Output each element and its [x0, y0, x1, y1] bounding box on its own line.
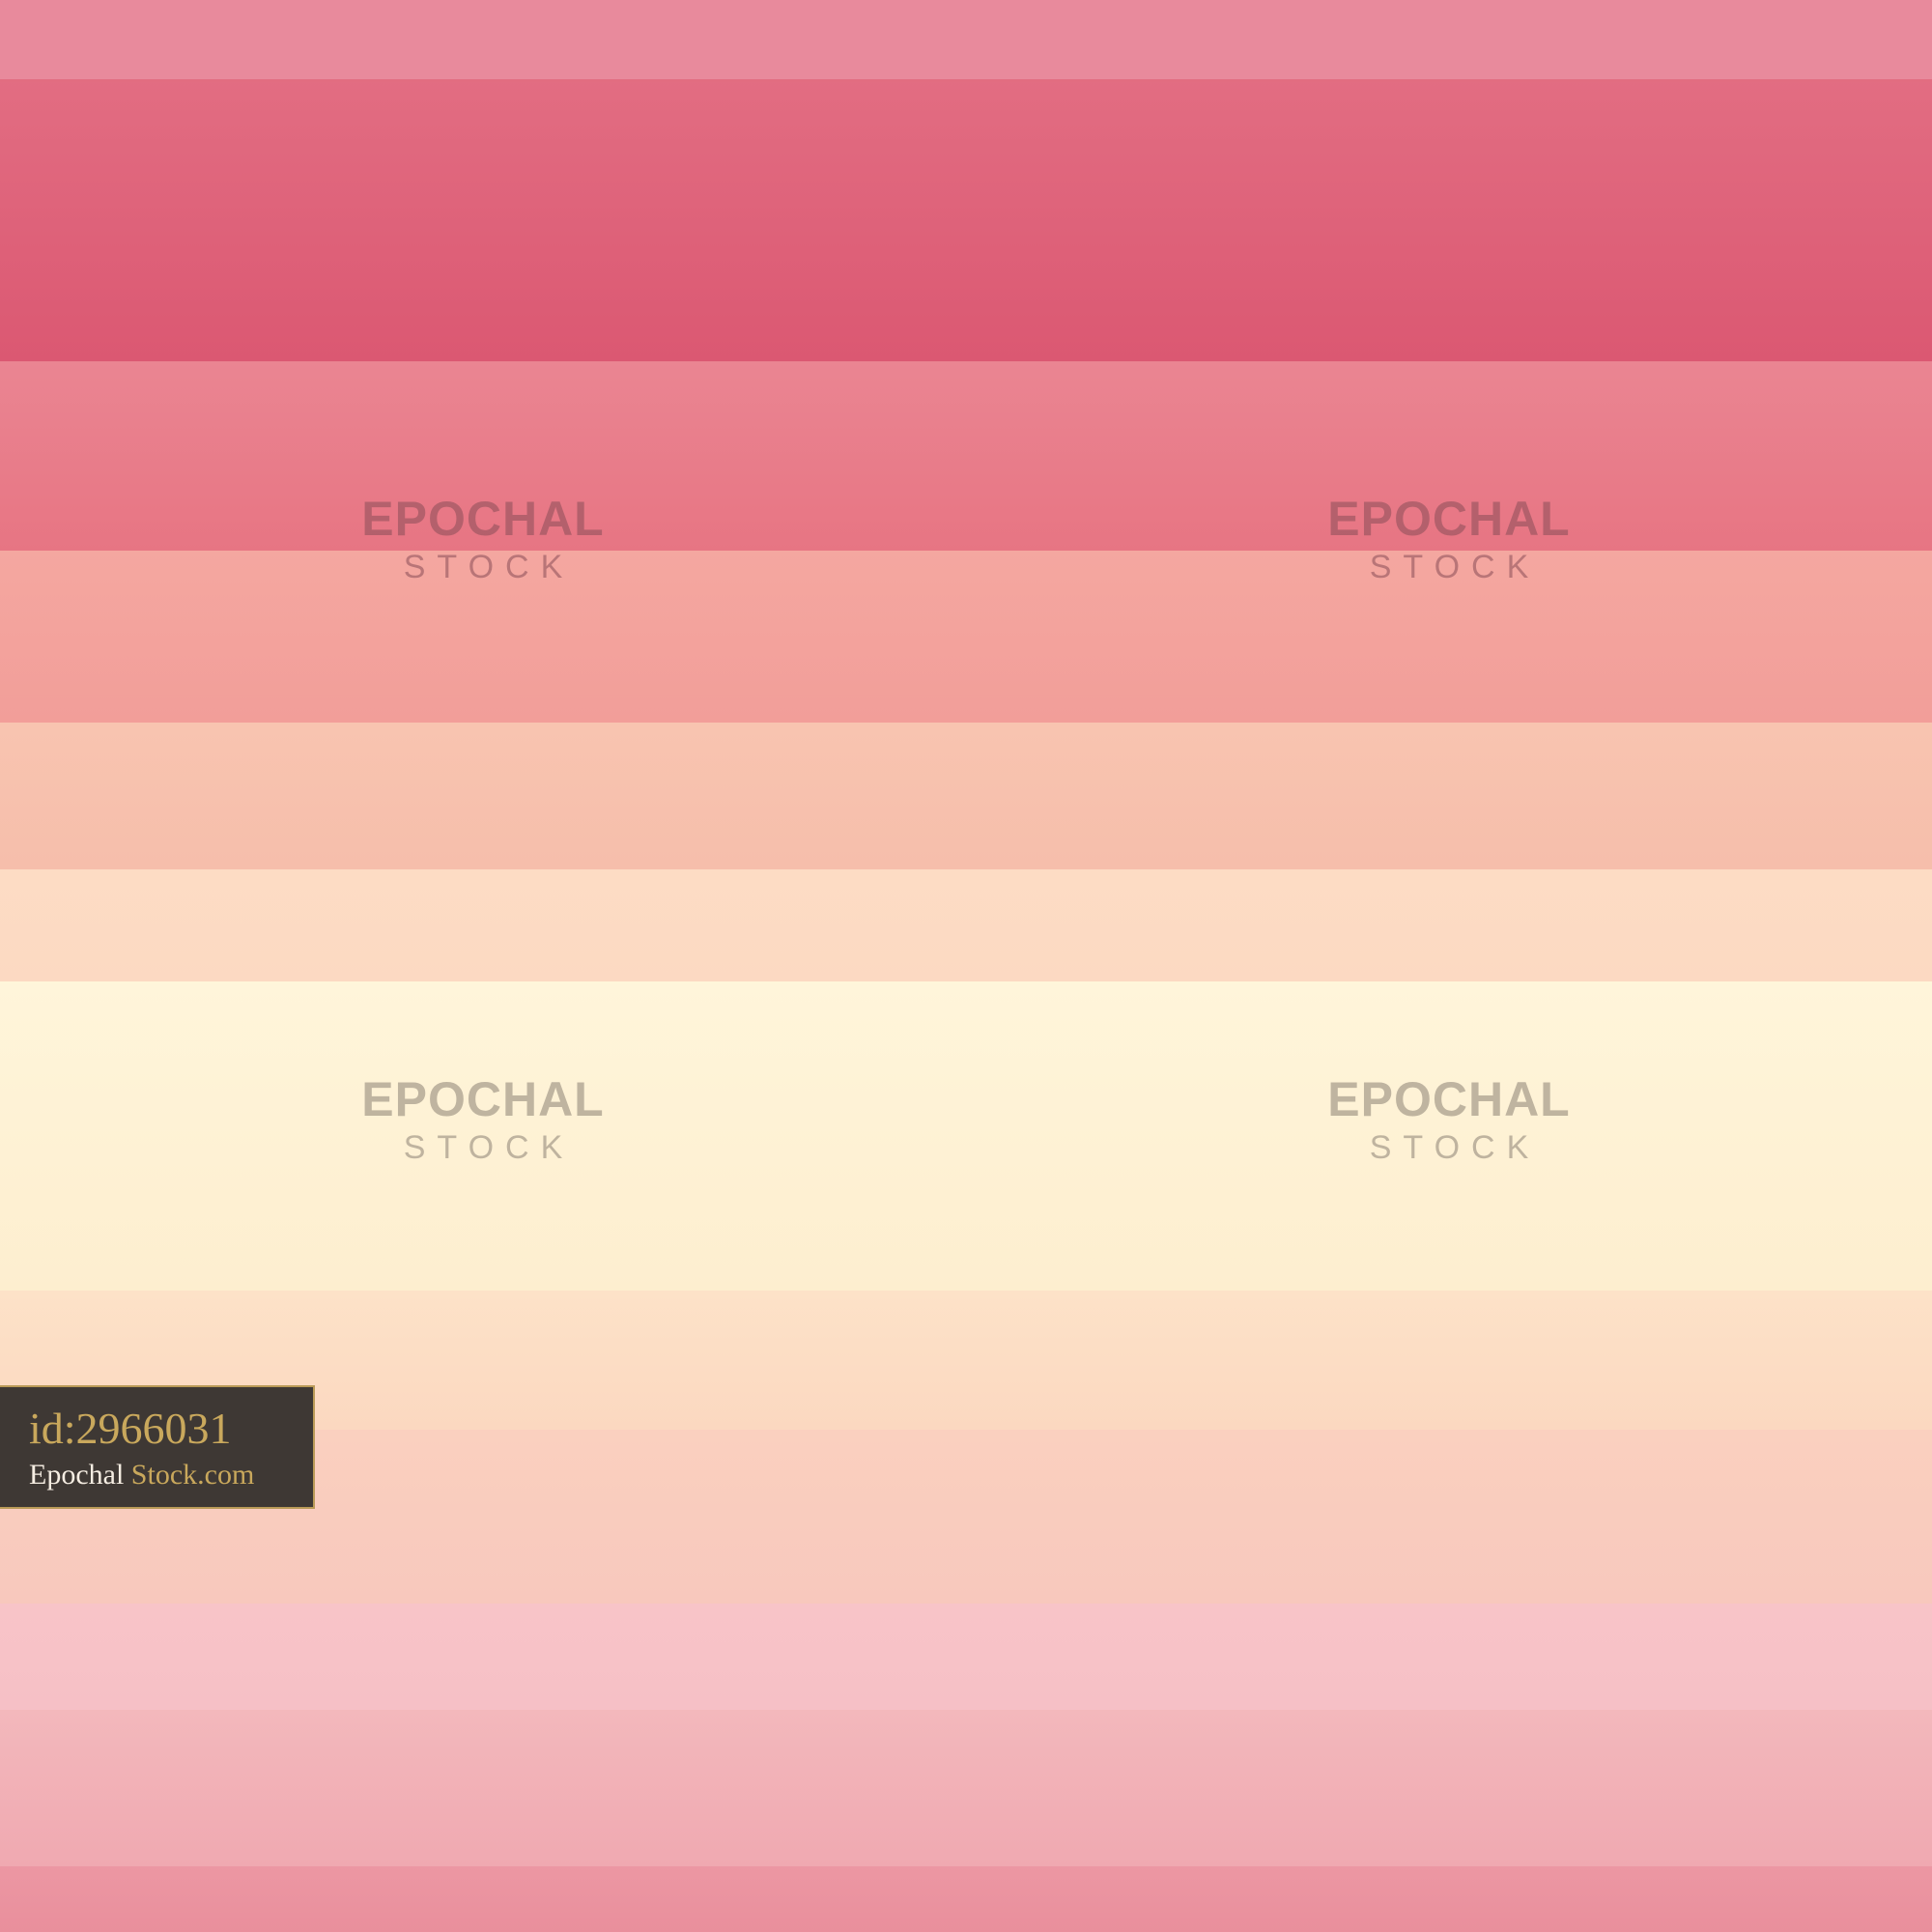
stripe-3 — [0, 361, 1932, 551]
stripe-1 — [0, 0, 1932, 79]
brand-second: Stock.com — [130, 1459, 255, 1491]
stock-image: EPOCHAL STOCK EPOCHAL STOCK EPOCHAL STOC… — [0, 0, 1932, 1932]
brand-first: Epochal — [29, 1459, 125, 1491]
brand-name: Epochal Stock.com — [29, 1461, 313, 1490]
stripe-2 — [0, 79, 1932, 361]
stripe-11 — [0, 1710, 1932, 1866]
stripe-5 — [0, 723, 1932, 869]
stripe-6 — [0, 869, 1932, 981]
stripe-4 — [0, 551, 1932, 723]
image-id-badge: id:2966031 Epochal Stock.com — [0, 1385, 315, 1509]
image-id: id:2966031 — [29, 1404, 232, 1453]
stripe-7 — [0, 981, 1932, 1291]
stripe-12 — [0, 1866, 1932, 1932]
stripe-10 — [0, 1604, 1932, 1710]
